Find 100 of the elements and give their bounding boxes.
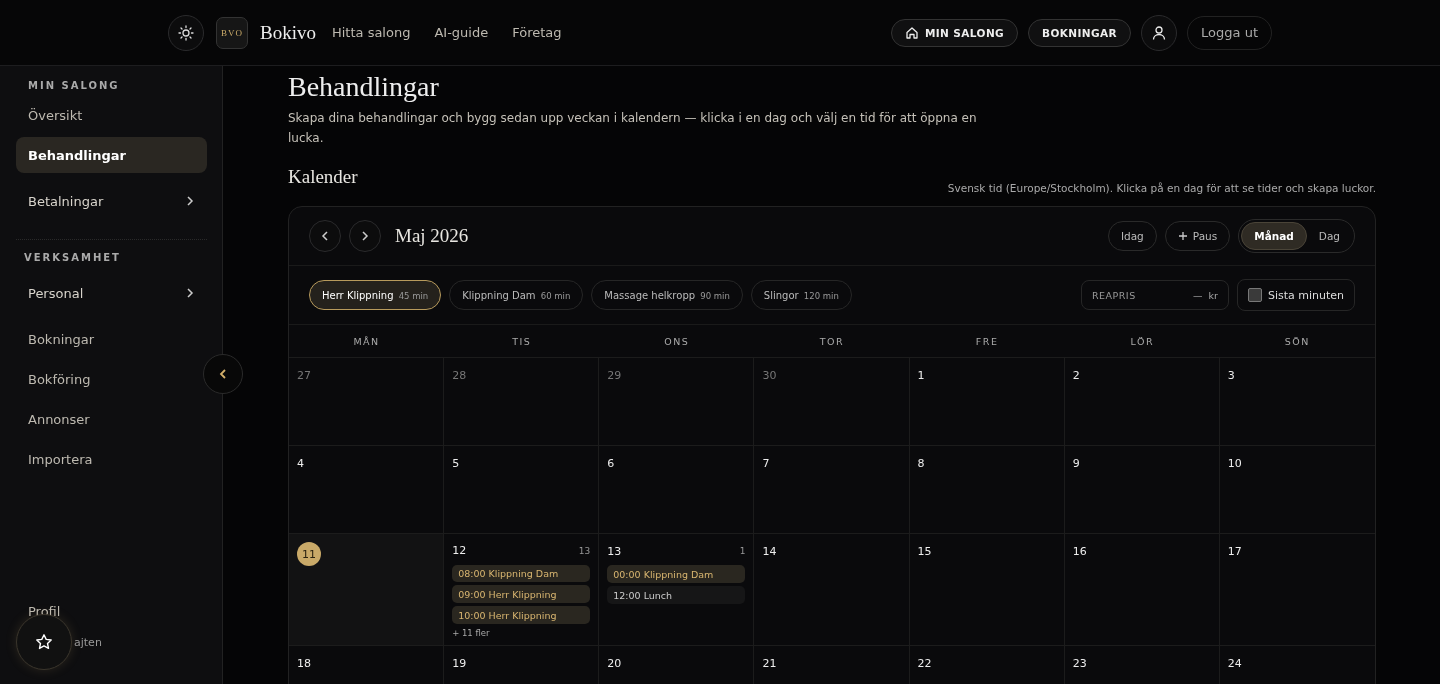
nav-pill-button[interactable]: BOKNINGAR <box>1028 18 1132 47</box>
section-title: Kalender <box>288 166 358 188</box>
day-cell[interactable]: 7 <box>754 446 910 534</box>
chevron-right-icon <box>185 195 195 207</box>
day-number: 8 <box>917 456 925 470</box>
sidebar-item[interactable]: Personal <box>16 269 207 317</box>
calendar-event[interactable]: 12:00 Lunch <box>607 586 746 604</box>
next-month-button[interactable] <box>349 220 381 252</box>
profile-button[interactable] <box>1141 14 1178 51</box>
sidebar-item[interactable]: Behandlingar <box>16 137 207 173</box>
day-cell[interactable]: 24 <box>1219 646 1375 684</box>
day-number: 17 <box>1227 544 1242 558</box>
favorite-button[interactable] <box>16 614 72 670</box>
day-cell[interactable]: 1 <box>909 358 1065 446</box>
weekday-header: FRE <box>909 325 1065 358</box>
day-cell[interactable]: 10 <box>1219 446 1375 534</box>
sale-price-field[interactable]: REAPRIS — kr <box>1080 280 1229 310</box>
day-cell[interactable]: 19 <box>444 646 600 684</box>
day-cell[interactable]: 27 <box>289 358 445 446</box>
day-cell[interactable]: 8 <box>909 446 1065 534</box>
day-number: 4 <box>297 456 304 470</box>
day-number: 3 <box>1227 368 1235 382</box>
calendar-event[interactable]: 08:00 Klippning Dam <box>452 564 591 583</box>
day-number: 12 <box>452 544 467 558</box>
calendar-event[interactable]: 00:00 Klippning Dam <box>607 565 746 583</box>
sidebar-item[interactable]: ajten <box>74 635 102 649</box>
weekday-header: SÖN <box>1219 325 1375 358</box>
day-cell[interactable]: 11 <box>289 534 445 646</box>
day-number: 21 <box>762 656 777 670</box>
day-cell[interactable]: 18 <box>289 646 445 684</box>
star-icon <box>35 633 53 651</box>
day-number: 14 <box>762 544 777 558</box>
day-cell[interactable]: 20 <box>599 646 755 684</box>
nav-link[interactable]: Hitta salong <box>331 25 411 40</box>
day-cell[interactable]: 13 1 00:00 Klippning Dam 12:00 Lunch <box>599 534 755 646</box>
day-number: 5 <box>452 456 460 470</box>
day-number: 23 <box>1072 656 1087 670</box>
day-cell[interactable]: 29 <box>599 358 755 446</box>
booking-count: 13 <box>578 545 591 556</box>
logo-mark[interactable]: BVO <box>216 16 248 49</box>
day-cell[interactable]: 17 <box>1219 534 1375 646</box>
day-number: 20 <box>607 656 622 670</box>
day-number: 9 <box>1072 456 1080 470</box>
day-number: 22 <box>917 656 932 670</box>
day-cell[interactable]: 12 13 08:00 Klippning Dam 09:00 Herr Klippning 10:00 Herr Klippning + 11 fler <box>444 534 600 646</box>
nav-link[interactable]: AI-guide <box>434 25 489 40</box>
section-heading: MIN SALONG <box>28 80 121 91</box>
day-number: 7 <box>762 456 770 470</box>
weekday-header: TOR <box>754 325 910 358</box>
sidebar-item[interactable]: Bokningar <box>16 321 207 357</box>
sidebar-item[interactable]: Profil <box>16 600 207 622</box>
chevron-right-icon <box>185 287 195 299</box>
day-cell[interactable]: 15 <box>909 534 1065 646</box>
day-cell[interactable]: 9 <box>1064 446 1220 534</box>
nav-pill-button[interactable]: MIN SALONG <box>890 18 1019 47</box>
day-number: 19 <box>452 656 467 670</box>
nav-link[interactable]: Företag <box>512 25 562 40</box>
brand-name[interactable]: Bokivo <box>260 21 316 44</box>
day-cell[interactable]: 23 <box>1064 646 1220 684</box>
price-input[interactable]: REAPRIS <box>1091 289 1187 301</box>
sidebar-item[interactable]: Bokföring <box>16 361 207 397</box>
service-chip[interactable]: Herr Klippning 45 min <box>309 280 442 310</box>
month-title: Maj 2026 <box>395 225 469 247</box>
day-cell[interactable]: 28 <box>444 358 600 446</box>
sidebar-item[interactable]: Översikt <box>16 97 207 133</box>
calendar-event[interactable]: 09:00 Herr Klippning <box>452 585 591 604</box>
day-number: 6 <box>607 456 615 470</box>
day-cell[interactable]: 16 <box>1064 534 1220 646</box>
sidebar-item[interactable]: Importera <box>16 441 207 477</box>
weekday-header: MÅN <box>289 325 445 358</box>
day-number: 1 <box>917 368 925 382</box>
day-cell[interactable]: 3 <box>1219 358 1375 446</box>
page-title: Behandlingar <box>288 70 440 104</box>
page-description: Skapa dina behandlingar och bygg sedan upp veckan i kalendern — klicka i en dag och välj en tid för att öppna en lucka. <box>288 110 978 147</box>
view-tab[interactable]: Dag <box>1306 222 1352 250</box>
day-cell[interactable]: 2 <box>1064 358 1220 446</box>
weekday-header: TIS <box>444 325 600 358</box>
weekday-header: LÖR <box>1064 325 1220 358</box>
day-cell[interactable]: 14 <box>754 534 910 646</box>
day-cell[interactable]: 22 <box>909 646 1065 684</box>
view-tab[interactable]: Månad <box>1241 222 1307 250</box>
sidebar-item[interactable]: Annonser <box>16 401 207 437</box>
checkbox[interactable] <box>1247 288 1262 302</box>
last-minute-toggle[interactable]: Sista minuten <box>1236 279 1355 311</box>
day-number: 27 <box>297 368 311 382</box>
day-number: 15 <box>917 544 932 558</box>
timezone-note: Svensk tid (Europe/Stockholm). Klicka på en dag för att se tider och skapa luckor. <box>947 182 1376 194</box>
sidebar-item[interactable]: Betalningar <box>16 177 207 225</box>
day-number: 16 <box>1072 544 1087 558</box>
day-number: 30 <box>762 368 777 382</box>
sun-icon <box>178 24 194 41</box>
calendar-event[interactable]: 10:00 Herr Klippning <box>452 606 591 624</box>
day-cell[interactable]: 21 <box>754 646 910 684</box>
day-cell[interactable]: 30 <box>754 358 910 446</box>
day-cell[interactable]: 5 <box>444 446 600 534</box>
day-number: 29 <box>607 368 622 382</box>
day-cell[interactable]: 6 <box>599 446 755 534</box>
theme-toggle-button[interactable] <box>168 14 204 51</box>
previous-month-button[interactable] <box>309 220 341 252</box>
more-events-link[interactable]: + 11 fler <box>452 628 591 638</box>
